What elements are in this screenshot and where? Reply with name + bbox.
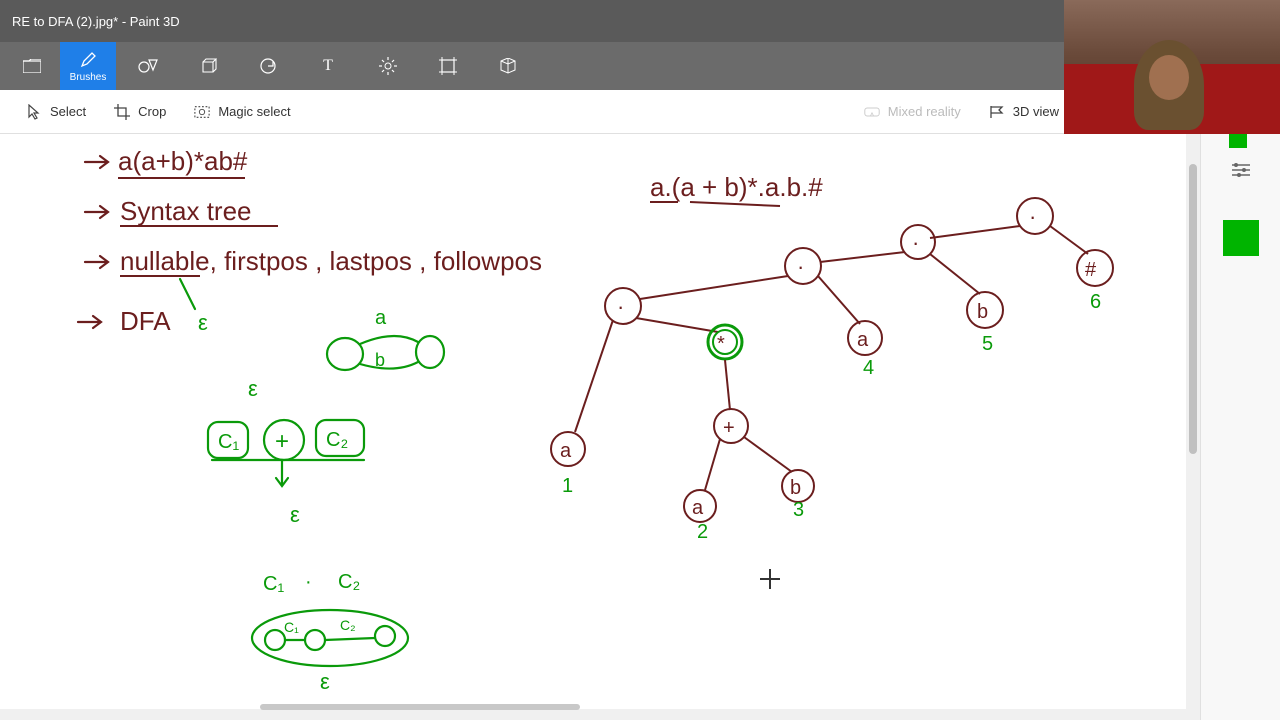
svg-text:4: 4 bbox=[863, 357, 874, 379]
magic-label: Magic select bbox=[218, 104, 290, 119]
svg-text:ε: ε bbox=[248, 376, 258, 401]
drawing-content: a(a+b)*ab# Syntax tree nullable, firstpo… bbox=[0, 134, 1200, 709]
effects-icon bbox=[378, 56, 398, 76]
svg-text:a: a bbox=[857, 329, 869, 351]
canvas[interactable]: a(a+b)*ab# Syntax tree nullable, firstpo… bbox=[0, 134, 1200, 709]
sticker-icon bbox=[258, 56, 278, 76]
text-icon: T bbox=[318, 56, 338, 76]
svg-text:ε: ε bbox=[290, 502, 300, 527]
svg-text:C₁: C₁ bbox=[284, 619, 299, 635]
svg-text:ε: ε bbox=[198, 310, 208, 335]
select-label: Select bbox=[50, 104, 86, 119]
window-title: RE to DFA (2).jpg* - Paint 3D bbox=[12, 14, 180, 29]
cube-icon bbox=[198, 56, 218, 76]
svg-text:nullable, firstpos , lastpos ,: nullable, firstpos , lastpos , followpos bbox=[120, 246, 542, 276]
svg-text:ε: ε bbox=[320, 669, 330, 694]
3d-shapes-button[interactable] bbox=[180, 42, 236, 90]
svg-text:C₂: C₂ bbox=[340, 617, 356, 633]
crop-button[interactable]: Crop bbox=[100, 90, 180, 134]
svg-text:+: + bbox=[275, 428, 289, 455]
right-panel bbox=[1200, 134, 1280, 720]
webcam-overlay bbox=[1064, 0, 1280, 134]
magic-icon bbox=[194, 104, 210, 120]
shapes-2d-icon bbox=[138, 56, 158, 76]
svg-text:3: 3 bbox=[793, 499, 804, 521]
library-icon bbox=[498, 56, 518, 76]
3d-library-button[interactable] bbox=[480, 42, 536, 90]
horizontal-scrollbar[interactable] bbox=[260, 704, 580, 710]
svg-text:*: * bbox=[717, 333, 725, 355]
svg-text:a: a bbox=[560, 440, 572, 462]
svg-text:b: b bbox=[790, 477, 801, 499]
svg-text:b: b bbox=[375, 350, 385, 370]
view3d-label: 3D view bbox=[1013, 104, 1059, 119]
svg-text:a(a+b)*ab#: a(a+b)*ab# bbox=[118, 146, 248, 176]
svg-text:DFA: DFA bbox=[120, 306, 171, 336]
svg-text:5: 5 bbox=[982, 333, 993, 355]
select-button[interactable]: Select bbox=[12, 90, 100, 134]
color-indicator bbox=[1229, 134, 1247, 148]
svg-text:a: a bbox=[375, 307, 387, 329]
svg-text:+: + bbox=[723, 417, 735, 439]
canvas-area: a(a+b)*ab# Syntax tree nullable, firstpo… bbox=[0, 134, 1280, 720]
mixed-label: Mixed reality bbox=[888, 104, 961, 119]
stickers-button[interactable] bbox=[240, 42, 296, 90]
menu-button[interactable] bbox=[8, 42, 56, 90]
canvas-button[interactable] bbox=[420, 42, 476, 90]
svg-text:·: · bbox=[305, 571, 312, 593]
scroll-thumb[interactable] bbox=[1189, 164, 1197, 454]
mixed-reality-button: Mixed reality bbox=[850, 90, 975, 134]
cursor-icon bbox=[26, 104, 42, 120]
crop-label: Crop bbox=[138, 104, 166, 119]
3d-view-button[interactable]: 3D view bbox=[975, 90, 1073, 134]
svg-text:C₂: C₂ bbox=[338, 571, 360, 593]
brush-icon bbox=[78, 50, 98, 70]
flag-icon bbox=[989, 104, 1005, 120]
crop-icon bbox=[114, 104, 130, 120]
expand-panel-button[interactable] bbox=[1217, 150, 1265, 190]
svg-text:a.(a + b)*.a.b.#: a.(a + b)*.a.b.# bbox=[650, 172, 823, 202]
svg-text:Syntax tree: Syntax tree bbox=[120, 196, 252, 226]
2d-shapes-button[interactable] bbox=[120, 42, 176, 90]
svg-text:·: · bbox=[617, 294, 624, 319]
svg-text:·: · bbox=[1029, 204, 1036, 229]
vr-icon bbox=[864, 104, 880, 120]
canvas-icon bbox=[438, 56, 458, 76]
magic-select-button[interactable]: Magic select bbox=[180, 90, 304, 134]
svg-text:·: · bbox=[797, 254, 804, 279]
svg-text:C₂: C₂ bbox=[326, 429, 348, 451]
svg-text:a: a bbox=[692, 497, 704, 519]
color-swatch[interactable] bbox=[1223, 220, 1259, 256]
effects-button[interactable] bbox=[360, 42, 416, 90]
brushes-button[interactable]: Brushes bbox=[60, 42, 116, 90]
svg-text:1: 1 bbox=[562, 475, 573, 497]
svg-text:C₁: C₁ bbox=[263, 573, 284, 595]
text-button[interactable]: T bbox=[300, 42, 356, 90]
vertical-scrollbar[interactable] bbox=[1186, 134, 1200, 720]
svg-text:b: b bbox=[977, 301, 988, 323]
folder-icon bbox=[22, 56, 42, 76]
brushes-label: Brushes bbox=[70, 72, 107, 83]
svg-text:·: · bbox=[912, 230, 919, 255]
svg-text:#: # bbox=[1085, 259, 1097, 281]
svg-text:6: 6 bbox=[1090, 291, 1101, 313]
svg-text:2: 2 bbox=[697, 521, 708, 543]
svg-text:C₁: C₁ bbox=[218, 431, 239, 453]
